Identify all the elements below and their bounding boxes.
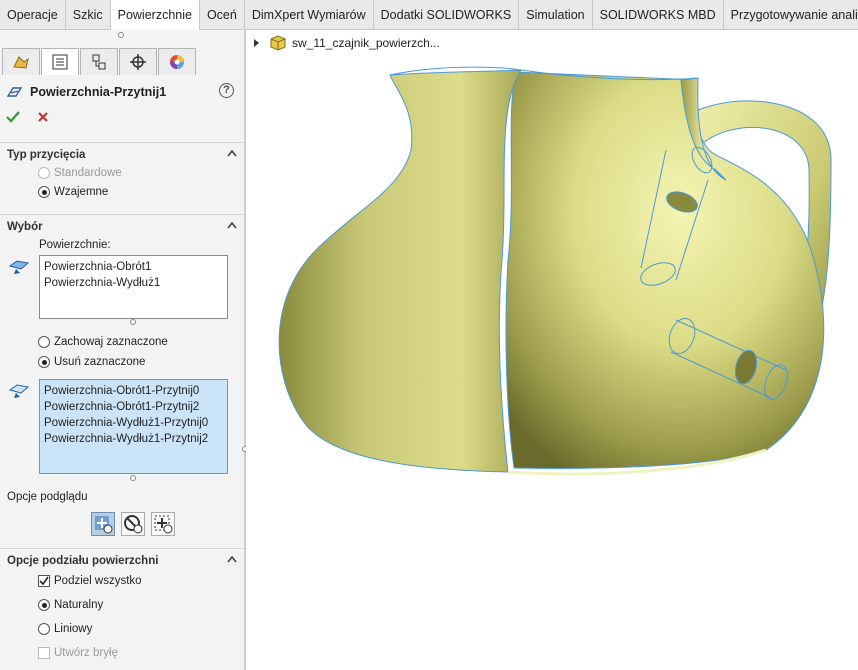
preview-plus-icon [95, 516, 113, 534]
radio-label: Zachowaj zaznaczone [54, 336, 168, 348]
radio-label: Naturalny [54, 599, 104, 611]
radio-natural[interactable]: Naturalny [38, 599, 103, 611]
tab-powierzchnie[interactable]: Powierzchnie [110, 0, 200, 31]
section-title: Opcje podziału powierzchni [7, 555, 159, 567]
section-title: Typ przycięcia [7, 149, 86, 161]
radio-circle[interactable] [38, 599, 50, 611]
tab-szkic[interactable]: Szkic [66, 0, 111, 30]
tab-dodatki-solidworks[interactable]: Dodatki SOLIDWORKS [374, 0, 520, 30]
radio-circle[interactable] [38, 186, 50, 198]
tab-solidworks-mbd[interactable]: SOLIDWORKS MBD [593, 0, 724, 30]
tab-oceń[interactable]: Oceń [200, 0, 245, 30]
property-manager: Powierzchnia-Przytnij1 ? Typ przycięcia … [0, 30, 245, 670]
feature-title-row: Powierzchnia-Przytnij1 ? [6, 82, 242, 102]
selection-section-header[interactable]: Wybór [0, 214, 245, 236]
preview-exclude-button[interactable] [121, 512, 145, 536]
checkbox-box[interactable] [38, 647, 50, 659]
split-options-section-header[interactable]: Opcje podziału powierzchni [0, 548, 245, 570]
property-list-icon [52, 54, 68, 70]
ok-checkmark-icon[interactable] [6, 110, 20, 124]
list-item[interactable]: Powierzchnia-Obrót1-Przytnij0 [44, 383, 223, 399]
trim-type-section-header[interactable]: Typ przycięcia [0, 142, 245, 164]
checkbox-label: Podziel wszystko [54, 575, 142, 587]
tab-simulation[interactable]: Simulation [519, 0, 593, 30]
radio-linear[interactable]: Liniowy [38, 623, 92, 635]
list-item[interactable]: Powierzchnia-Wydłuż1-Przytnij0 [44, 415, 223, 431]
pieces-listbox[interactable]: Powierzchnia-Obrót1-Przytnij0 Powierzchn… [39, 379, 228, 474]
display-manager-tab[interactable] [158, 48, 196, 75]
radio-label: Usuń zaznaczone [54, 356, 146, 368]
list-item[interactable]: Powierzchnia-Wydłuż1 [44, 275, 223, 291]
feature-manager-tab[interactable] [2, 48, 40, 75]
list-item[interactable]: Powierzchnia-Obrót1-Przytnij2 [44, 399, 223, 415]
radio-mutual[interactable]: Wzajemne [38, 186, 108, 198]
checkmark-icon [39, 576, 49, 586]
radio-circle[interactable] [38, 623, 50, 635]
dimxpert-manager-tab[interactable] [119, 48, 157, 75]
chevron-up-icon[interactable] [227, 221, 237, 229]
ok-cancel-row [6, 110, 50, 124]
panel-collapse-handle[interactable] [118, 32, 124, 38]
radio-remove-selected[interactable]: Usuń zaznaczone [38, 356, 145, 368]
list-resize-handle[interactable] [130, 319, 136, 325]
checkbox-label: Utwórz bryłę [54, 647, 118, 659]
crosshair-icon [130, 54, 146, 70]
radio-label: Standardowe [54, 167, 122, 179]
preview-all-button[interactable] [151, 512, 175, 536]
chevron-up-icon[interactable] [227, 555, 237, 563]
list-item[interactable]: Powierzchnia-Wydłuż1-Przytnij2 [44, 431, 223, 447]
radio-circle[interactable] [38, 167, 50, 179]
feature-tree-icon [13, 56, 29, 69]
radio-keep-selected[interactable]: Zachowaj zaznaczone [38, 336, 168, 348]
color-wheel-icon [170, 55, 184, 69]
cancel-x-icon[interactable] [36, 110, 50, 124]
preview-options-label: Opcje podglądu [7, 491, 88, 503]
left-body-surface [278, 69, 522, 473]
checkbox-box[interactable] [38, 575, 50, 587]
radio-label: Wzajemne [54, 186, 109, 198]
radio-circle[interactable] [38, 336, 50, 348]
list-resize-handle[interactable] [130, 475, 136, 481]
surfaces-listbox[interactable]: Powierzchnia-Obrót1 Powierzchnia-Wydłuż1 [39, 255, 228, 319]
pieces-selection-icon [8, 384, 30, 398]
surface-trim-icon [6, 87, 23, 97]
page-title: Powierzchnia-Przytnij1 [30, 85, 167, 99]
property-manager-tab[interactable] [41, 48, 79, 75]
list-item[interactable]: Powierzchnia-Obrót1 [44, 259, 223, 275]
split-all-checkbox[interactable]: Podziel wszystko [38, 575, 142, 587]
surface-selection-icon [8, 260, 30, 274]
preview-include-button[interactable] [91, 512, 115, 536]
tab-operacje[interactable]: Operacje [0, 0, 66, 30]
create-solid-checkbox[interactable]: Utwórz bryłę [38, 647, 118, 659]
help-icon[interactable]: ? [219, 83, 234, 98]
radio-label: Liniowy [54, 623, 93, 635]
radio-standard[interactable]: Standardowe [38, 167, 122, 179]
tab-dimxpert-wymiarów[interactable]: DimXpert Wymiarów [245, 0, 374, 30]
chevron-up-icon[interactable] [227, 149, 237, 157]
preview-show-all-icon [154, 515, 173, 534]
manager-tabs [0, 48, 245, 76]
configuration-icon [92, 54, 106, 70]
configuration-manager-tab[interactable] [80, 48, 118, 75]
command-manager-tabs: Operacje Szkic Powierzchnie Oceń DimXpert Wy… [0, 0, 858, 31]
tab-przygotowywanie-analizy[interactable]: Przygotowywanie analizy [724, 0, 858, 30]
jug-model-view[interactable] [246, 30, 858, 670]
surfaces-label: Powierzchnie: [39, 239, 111, 251]
right-body-surface [505, 71, 825, 469]
section-title: Wybór [7, 221, 43, 233]
radio-circle[interactable] [38, 356, 50, 368]
preview-hide-icon [124, 515, 143, 534]
